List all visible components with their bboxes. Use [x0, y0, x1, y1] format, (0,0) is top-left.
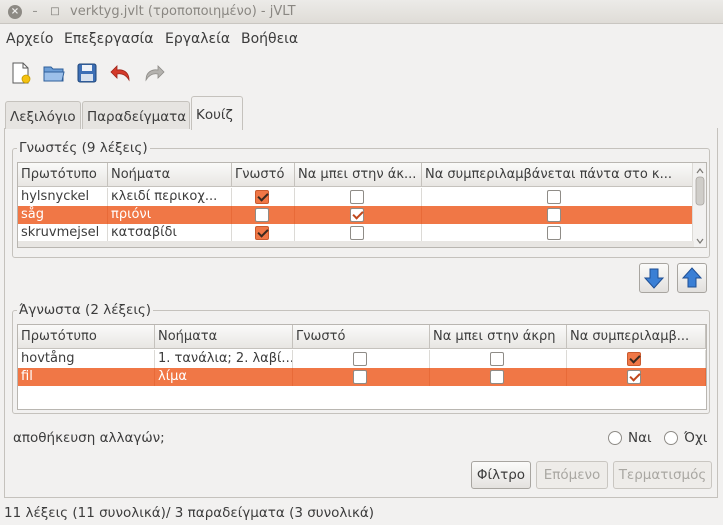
cell-meaning: κλειδί περικοχ... — [108, 188, 232, 206]
always-include-checkbox[interactable] — [627, 352, 641, 366]
save-no-radio[interactable] — [664, 431, 678, 445]
cell-known — [232, 206, 295, 224]
toolbar — [0, 56, 723, 92]
menu-help[interactable]: Βοήθεια — [241, 31, 298, 47]
column-header-original[interactable]: Πρωτότυπο — [18, 163, 108, 187]
window-title: verktyg.jvlt (τροποποιημένο) - jVLT — [70, 4, 296, 19]
cell-aside — [295, 224, 422, 242]
tab-quiz[interactable]: Κουίζ — [191, 96, 243, 130]
finish-button[interactable]: Τερματισμός — [613, 461, 712, 489]
cell-known — [293, 350, 430, 368]
arrow-down-icon — [643, 268, 665, 289]
unknown-words-table[interactable]: Πρωτότυπο Νοήματα Γνωστό Να μπει στην άκ… — [17, 324, 707, 410]
column-header-always-include[interactable]: Να συμπεριλαμβ... — [567, 325, 706, 349]
cell-known — [293, 368, 430, 386]
save-icon[interactable] — [74, 60, 100, 86]
cell-original: fil — [18, 368, 155, 386]
unknown-words-label: Άγνωστα (2 λέξεις) — [17, 302, 154, 318]
aside-checkbox[interactable] — [350, 208, 364, 222]
column-header-meanings[interactable]: Νοήματα — [155, 325, 293, 349]
aside-checkbox[interactable] — [490, 352, 504, 366]
column-header-known[interactable]: Γνωστό — [232, 163, 295, 187]
column-header-original[interactable]: Πρωτότυπο — [18, 325, 155, 349]
table-row[interactable]: hylsnyckel κλειδί περικοχ... — [18, 188, 706, 206]
redo-icon[interactable] — [141, 60, 167, 86]
cell-meaning: πριόνι — [108, 206, 232, 224]
table-row[interactable]: skruvmejsel κατσαβίδι — [18, 224, 706, 242]
known-checkbox[interactable] — [255, 190, 269, 204]
save-yes-label[interactable]: Ναι — [628, 430, 652, 446]
cell-original: hylsnyckel — [18, 188, 108, 206]
maximize-window-button[interactable]: □ — [48, 5, 62, 19]
close-window-button[interactable]: × — [8, 5, 22, 19]
column-header-known[interactable]: Γνωστό — [293, 325, 430, 349]
known-vertical-scrollbar[interactable] — [692, 163, 706, 247]
column-header-always-include[interactable]: Να συμπεριλαμβάνεται πάντα στο κ... — [422, 163, 694, 187]
cell-aside — [430, 368, 567, 386]
always-include-checkbox[interactable] — [547, 226, 561, 240]
cell-always — [422, 188, 694, 206]
aside-checkbox[interactable] — [490, 370, 504, 384]
column-header-aside[interactable]: Να μπει στην άκρη — [430, 325, 567, 349]
table-row[interactable]: hovtång 1. τανάλια; 2. λαβί... — [18, 350, 706, 368]
menu-file[interactable]: Αρχείο — [6, 31, 53, 47]
table-row[interactable]: fil λίμα — [18, 368, 706, 386]
cell-meaning: λίμα — [155, 368, 293, 386]
tab-bar: Λεξιλόγιο Παραδείγματα Κουίζ — [0, 96, 723, 130]
cell-always — [567, 350, 706, 368]
known-checkbox[interactable] — [255, 226, 269, 240]
cell-aside — [430, 350, 567, 368]
cell-aside — [295, 188, 422, 206]
tab-examples[interactable]: Παραδείγματα — [82, 101, 190, 129]
save-no-label[interactable]: Όχι — [684, 430, 707, 446]
cell-aside — [295, 206, 422, 224]
menu-edit[interactable]: Επεξεργασία — [64, 31, 153, 47]
aside-checkbox[interactable] — [350, 190, 364, 204]
column-header-meanings[interactable]: Νοήματα — [108, 163, 232, 187]
table-row[interactable]: såg πριόνι — [18, 206, 706, 224]
always-include-checkbox[interactable] — [547, 190, 561, 204]
cell-known — [232, 188, 295, 206]
tab-vocabulary[interactable]: Λεξιλόγιο — [5, 101, 81, 129]
cell-always — [422, 206, 694, 224]
arrow-up-icon — [681, 267, 703, 288]
known-checkbox[interactable] — [353, 352, 367, 366]
cell-meaning: 1. τανάλια; 2. λαβί... — [155, 350, 293, 368]
status-bar: 11 λέξεις (11 συνολικά)/ 3 παραδείγματα … — [4, 505, 375, 521]
undo-icon[interactable] — [108, 60, 134, 86]
menu-bar: Αρχείο Επεξεργασία Εργαλεία Βοήθεια — [0, 26, 723, 52]
aside-checkbox[interactable] — [350, 226, 364, 240]
title-bar: × – □ verktyg.jvlt (τροποποιημένο) - jVL… — [0, 0, 723, 24]
always-include-checkbox[interactable] — [627, 370, 641, 384]
known-horizontal-scrollbar[interactable] — [18, 241, 694, 247]
column-header-aside[interactable]: Να μπει στην άκ... — [295, 163, 422, 187]
known-checkbox[interactable] — [353, 370, 367, 384]
known-checkbox[interactable] — [255, 208, 269, 222]
cell-always — [422, 224, 694, 242]
cell-always — [567, 368, 706, 386]
menu-tools[interactable]: Εργαλεία — [165, 31, 230, 47]
known-words-label: Γνωστές (9 λέξεις) — [17, 140, 150, 156]
new-file-icon[interactable] — [8, 60, 34, 86]
move-down-button[interactable] — [639, 263, 669, 293]
next-button[interactable]: Επόμενο — [536, 461, 608, 489]
cell-original: såg — [18, 206, 108, 224]
move-up-button[interactable] — [677, 263, 707, 293]
filter-button[interactable]: Φίλτρο — [471, 461, 531, 489]
save-changes-label: αποθήκευση αλλαγών; — [13, 430, 165, 446]
cell-meaning: κατσαβίδι — [108, 224, 232, 242]
cell-known — [232, 224, 295, 242]
open-folder-icon[interactable] — [41, 60, 67, 86]
always-include-checkbox[interactable] — [547, 208, 561, 222]
known-words-table[interactable]: Πρωτότυπο Νοήματα Γνωστό Να μπει στην άκ… — [17, 162, 707, 248]
save-yes-radio[interactable] — [608, 431, 622, 445]
cell-original: skruvmejsel — [18, 224, 108, 242]
minimize-window-button[interactable]: – — [28, 5, 42, 19]
cell-original: hovtång — [18, 350, 155, 368]
